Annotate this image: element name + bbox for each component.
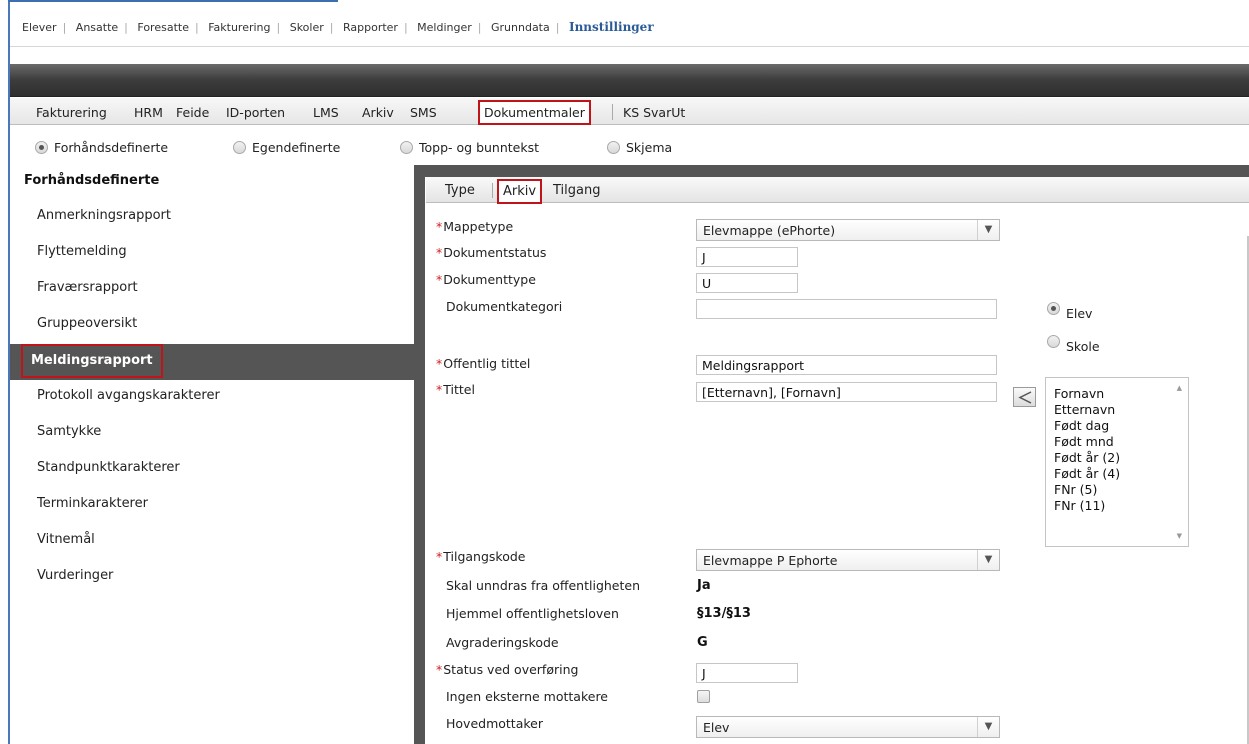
status-overforing-input[interactable]: J (696, 663, 798, 683)
radio-forhandsdefinerte[interactable]: Forhåndsdefinerte (35, 140, 168, 156)
mappetype-label: *Mappetype (436, 219, 514, 234)
nav-item-rapporter[interactable]: Rapporter (343, 21, 398, 34)
list-item-samtykke[interactable]: Samtykke (10, 416, 425, 452)
list-item[interactable]: Født mnd (1046, 434, 1120, 450)
list-item[interactable]: FNr (11) (1046, 498, 1120, 514)
chevron-down-icon: ▼ (977, 220, 999, 240)
nav-divider (10, 46, 1249, 47)
ingen-eksterne-label: Ingen eksterne mottakere (446, 689, 608, 704)
radio-selected-icon (1047, 302, 1060, 315)
nav-item-grunndata[interactable]: Grunndata (491, 21, 550, 34)
dokumenttype-label: *Dokumenttype (436, 272, 536, 287)
list-item-standpunktkarakterer[interactable]: Standpunktkarakterer (10, 452, 425, 488)
nav-item-elever[interactable]: Elever (22, 21, 57, 34)
tab-hrm[interactable]: HRM (134, 105, 163, 120)
list-item-gruppeoversikt[interactable]: Gruppeoversikt (10, 308, 425, 344)
tittel-label: *Tittel (436, 382, 475, 397)
tab-fakturering[interactable]: Fakturering (36, 105, 107, 120)
radio-skole[interactable]: Skole (1047, 334, 1100, 354)
scroll-up-icon[interactable]: ▲ (1177, 384, 1182, 392)
radio-elev[interactable]: Elev (1047, 301, 1092, 321)
radio-egendefinerte[interactable]: Egendefinerte (233, 140, 340, 156)
avgraderingskode-label: Avgraderingskode (446, 635, 559, 650)
detail-tabs: Type Arkiv Tilgang (426, 177, 1249, 204)
radio-icon (1047, 335, 1060, 348)
chevron-down-icon: ▼ (977, 717, 999, 737)
nav-item-meldinger[interactable]: Meldinger (417, 21, 472, 34)
dokumentstatus-label: *Dokumentstatus (436, 245, 547, 260)
chevron-down-icon: ▼ (977, 550, 999, 570)
nav-item-fakturering[interactable]: Fakturering (208, 21, 270, 34)
tab-ks-svarut[interactable]: KS SvarUt (623, 105, 685, 120)
tab-id-porten[interactable]: ID-porten (226, 105, 285, 120)
list-item[interactable]: Født år (2) (1046, 450, 1120, 466)
status-overforing-label: *Status ved overføring (436, 662, 579, 677)
nav-item-ansatte[interactable]: Ansatte (76, 21, 118, 34)
main-nav: Elever | Ansatte | Foresatte | Fakturering |… (22, 20, 654, 34)
hovedmottaker-label: Hovedmottaker (446, 716, 543, 731)
sidebar-title: Forhåndsdefinerte (24, 173, 160, 188)
tilgangskode-label: *Tilgangskode (436, 549, 526, 564)
list-item-vitnemal[interactable]: Vitnemål (10, 524, 425, 560)
arrow-left-icon (1017, 391, 1031, 404)
radio-skjema[interactable]: Skjema (607, 140, 672, 156)
dokumentkategori-input[interactable] (696, 299, 997, 319)
radio-topp-og-bunntekst[interactable]: Topp- og bunntekst (400, 140, 539, 156)
tilgangskode-select[interactable]: Elevmappe P Ephorte ▼ (696, 549, 1000, 571)
avgraderingskode-value: G (697, 635, 708, 650)
tab-lms[interactable]: LMS (313, 105, 339, 120)
merge-field-list[interactable]: Fornavn Etternavn Født dag Født mnd Født… (1045, 377, 1189, 547)
hovedmottaker-select[interactable]: Elev ▼ (696, 716, 1000, 738)
list-item[interactable]: Fornavn (1046, 386, 1120, 402)
nav-item-foresatte[interactable]: Foresatte (137, 21, 189, 34)
header-bar (10, 64, 1249, 97)
hjemmel-label: Hjemmel offentlighetsloven (446, 606, 619, 621)
list-item-protokoll-avgangskarakterer[interactable]: Protokoll avgangskarakterer (10, 380, 425, 416)
radio-icon (607, 141, 620, 154)
template-list: Anmerkningsrapport Flyttemelding Fraværs… (10, 200, 425, 596)
hjemmel-value: §13/§13 (697, 606, 751, 621)
offentlig-tittel-input[interactable]: Meldingsrapport (696, 355, 997, 375)
tab-arkiv-detail[interactable]: Arkiv (497, 179, 543, 204)
skal-unndras-label: Skal unndras fra offentligheten (446, 578, 641, 593)
list-item-flyttemelding[interactable]: Flyttemelding (10, 236, 425, 272)
list-item[interactable]: Etternavn (1046, 402, 1120, 418)
tab-tilgang[interactable]: Tilgang (553, 183, 600, 198)
scroll-down-icon[interactable]: ▼ (1177, 532, 1182, 540)
tab-sms[interactable]: SMS (410, 105, 437, 120)
radio-icon (400, 141, 413, 154)
list-item-anmerkningsrapport[interactable]: Anmerkningsrapport (10, 200, 425, 236)
list-item[interactable]: Født år (4) (1046, 466, 1120, 482)
tab-type[interactable]: Type (445, 183, 475, 198)
nav-item-innstillinger[interactable]: Innstillinger (569, 20, 654, 34)
skal-unndras-value: Ja (697, 578, 711, 593)
list-item-meldingsrapport[interactable]: Meldingsrapport (10, 344, 425, 380)
list-item-vurderinger[interactable]: Vurderinger (10, 560, 425, 596)
ingen-eksterne-checkbox[interactable] (697, 690, 710, 703)
list-item[interactable]: FNr (5) (1046, 482, 1120, 498)
mappetype-select[interactable]: Elevmappe (ePhorte) ▼ (696, 219, 1000, 241)
list-item-fravaersrapport[interactable]: Fraværsrapport (10, 272, 425, 308)
radio-selected-icon (35, 141, 48, 154)
radio-icon (233, 141, 246, 154)
list-item-terminkarakterer[interactable]: Terminkarakterer (10, 488, 425, 524)
top-border (8, 0, 1249, 2)
dokumentkategori-label: Dokumentkategori (446, 299, 563, 314)
nav-item-skoler[interactable]: Skoler (290, 21, 324, 34)
offentlig-tittel-label: *Offentlig tittel (436, 356, 531, 371)
insert-field-button[interactable] (1013, 387, 1036, 407)
dokumentstatus-input[interactable]: J (696, 247, 798, 267)
list-item[interactable]: Født dag (1046, 418, 1120, 434)
dokumenttype-input[interactable]: U (696, 273, 798, 293)
tab-arkiv[interactable]: Arkiv (362, 105, 394, 120)
tab-dokumentmaler[interactable]: Dokumentmaler (478, 100, 591, 125)
settings-tabs: Fakturering HRM Feide ID-porten LMS Arki… (10, 98, 1249, 125)
tittel-input[interactable]: [Etternavn], [Fornavn] (696, 382, 997, 402)
tab-feide[interactable]: Feide (176, 105, 209, 120)
